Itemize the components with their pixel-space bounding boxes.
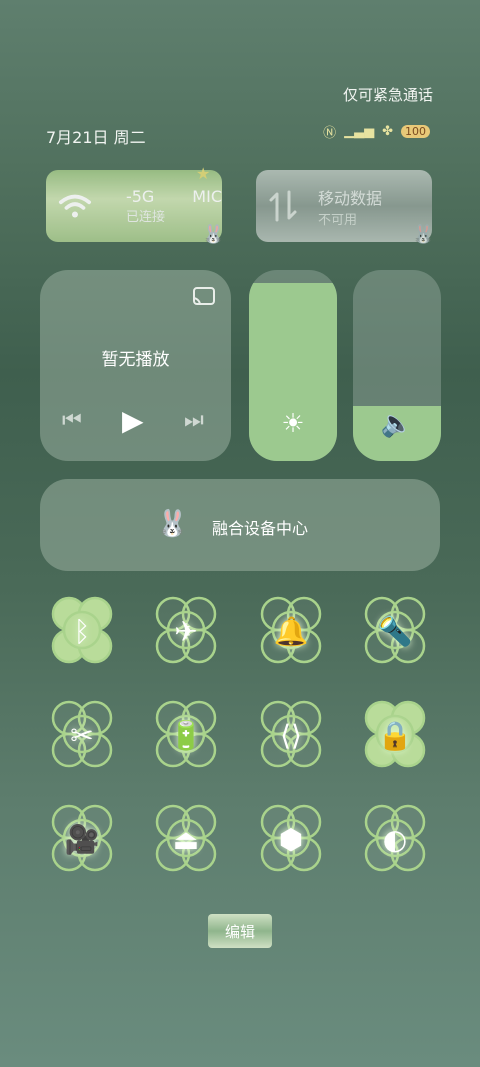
airplane-toggle[interactable]: ✈ bbox=[147, 592, 225, 670]
nfc-icon: Ⓝ bbox=[323, 126, 337, 141]
rotation-lock-toggle[interactable]: 🔒 bbox=[356, 696, 434, 774]
edit-button[interactable]: 编辑 bbox=[208, 914, 272, 948]
bunny-sticker-icon: 🐰 bbox=[202, 224, 225, 245]
wifi-name: -5G bbox=[125, 187, 155, 206]
video-icon: 🎥 bbox=[64, 822, 100, 856]
battery-plus-icon: 🔋 bbox=[168, 718, 204, 752]
screenshot-toggle[interactable]: ✂ bbox=[43, 696, 121, 774]
cast-icon: ⏏ bbox=[172, 822, 200, 856]
scissors-icon: ✂ bbox=[70, 718, 94, 752]
bluetooth-icon: ᛒ bbox=[73, 614, 91, 648]
flashlight-icon: 🔦 bbox=[377, 614, 413, 648]
status-icons: Ⓝ ▁▃▅ ✤ 100 bbox=[323, 122, 430, 141]
bunny-icon: 🐰 bbox=[156, 509, 189, 539]
wifi-name-suffix: MIC bbox=[192, 187, 222, 206]
cast-icon[interactable] bbox=[191, 286, 217, 308]
clover-icon: ✤ bbox=[382, 124, 393, 139]
brightness-icon: ☀ bbox=[281, 409, 305, 439]
bell-icon: 🔔 bbox=[273, 614, 309, 648]
wifi-tile[interactable]: -5G MIC 已连接 🐰 ★ bbox=[46, 164, 225, 245]
screen-record-toggle[interactable]: 🎥 bbox=[43, 800, 121, 878]
battery-saver-toggle[interactable]: 🔋 bbox=[147, 696, 225, 774]
date-label: 7月21日 周二 bbox=[46, 128, 146, 147]
airplane-icon: ✈ bbox=[174, 614, 198, 648]
emergency-calls-only: 仅可紧急通话 bbox=[342, 86, 433, 104]
screen-cast-toggle[interactable]: ⏏ bbox=[147, 800, 225, 878]
brightness-slider[interactable]: ☀ bbox=[249, 270, 337, 461]
mobile-data-icon bbox=[269, 190, 297, 222]
rotation-lock-icon: 🔒 bbox=[377, 718, 413, 752]
previous-track-icon[interactable]: ⏮ bbox=[62, 408, 82, 433]
dark-mode-toggle[interactable]: ◐ bbox=[356, 800, 434, 878]
volume-slider[interactable]: 🔈 bbox=[353, 270, 441, 461]
settings-toggle[interactable]: ⬢ bbox=[252, 800, 330, 878]
bunny-sticker-icon: 🐰 bbox=[412, 224, 435, 245]
star-icon: ★ bbox=[196, 164, 211, 183]
bluetooth-toggle[interactable]: ᛒ bbox=[43, 592, 121, 670]
mobile-data-tile[interactable]: 移动数据 不可用 🐰 bbox=[256, 170, 435, 245]
next-track-icon[interactable]: ⏭ bbox=[184, 408, 204, 433]
battery-icon: 100 bbox=[401, 125, 430, 138]
mobile-data-title: 移动数据 bbox=[318, 188, 383, 208]
volume-icon: 🔈 bbox=[380, 409, 414, 439]
wifi-icon bbox=[58, 194, 91, 218]
wifi-status: 已连接 bbox=[125, 210, 165, 225]
signal-icon: ▁▃▅ bbox=[344, 124, 375, 139]
device-center-label: 融合设备中心 bbox=[212, 519, 309, 538]
flashlight-toggle[interactable]: 🔦 bbox=[356, 592, 434, 670]
hexagon-icon: ⬢ bbox=[278, 822, 304, 856]
media-title: 暂无播放 bbox=[101, 350, 170, 370]
contrast-icon: ◐ bbox=[382, 822, 408, 856]
play-icon[interactable]: ▶ bbox=[122, 404, 144, 437]
link-icon: ⟨⟩ bbox=[280, 718, 302, 752]
device-center-button[interactable]: 🐰 融合设备中心 bbox=[40, 479, 440, 571]
mobile-data-status: 不可用 bbox=[318, 212, 358, 228]
bell-toggle[interactable]: 🔔 bbox=[252, 592, 330, 670]
vpn-link-toggle[interactable]: ⟨⟩ bbox=[252, 696, 330, 774]
